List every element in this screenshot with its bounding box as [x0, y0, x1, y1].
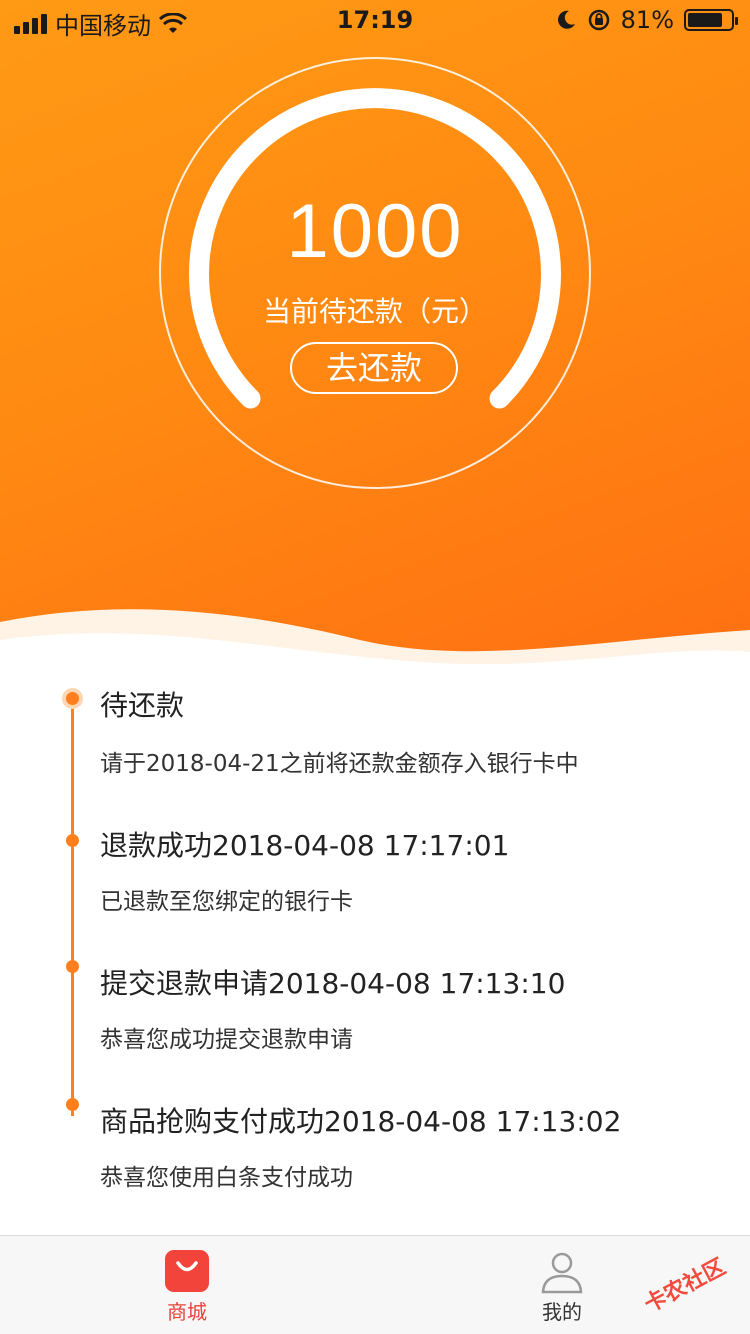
repayment-timeline: 待还款 请于2018-04-21之前将还款金额存入银行卡中 退款成功2018-0… [0, 680, 750, 1235]
timeline-line [71, 698, 74, 1116]
timeline-desc: 恭喜您使用白条支付成功 [100, 1165, 353, 1191]
tab-shop-label: 商城 [167, 1300, 207, 1324]
user-profile-icon [541, 1252, 583, 1294]
tab-shop[interactable]: 商城 [107, 1236, 267, 1334]
bottom-tab-bar: 商城 我的 [0, 1235, 750, 1334]
timeline-desc: 恭喜您成功提交退款申请 [100, 1027, 353, 1053]
timeline-dot [66, 1098, 79, 1111]
timeline-title: 退款成功2018-04-08 17:17:01 [100, 829, 510, 862]
timeline-desc: 请于2018-04-21之前将还款金额存入银行卡中 [100, 751, 579, 777]
timeline-dot [66, 960, 79, 973]
tab-mine-label: 我的 [542, 1300, 582, 1324]
pending-amount-label: 当前待还款（元） [262, 295, 487, 328]
repayment-hero: 中国移动 17:19 81% 1000 当前待还款（元） 去还款 [0, 0, 750, 680]
pending-amount: 1000 [286, 189, 464, 274]
timeline-dot [66, 834, 79, 847]
timeline-title: 提交退款申请2018-04-08 17:13:10 [100, 967, 566, 1000]
timeline-title: 待还款 [100, 689, 185, 722]
repayment-screen: 中国移动 17:19 81% 1000 当前待还款（元） 去还款 待还款 请于2… [0, 0, 750, 1334]
shopping-bag-icon [165, 1250, 209, 1292]
wave-decoration [0, 609, 750, 680]
timeline-desc: 已退款至您绑定的银行卡 [100, 889, 353, 915]
timeline-title: 商品抢购支付成功2018-04-08 17:13:02 [100, 1105, 622, 1138]
repay-button[interactable]: 去还款 [290, 342, 458, 394]
timeline-dot-active [62, 688, 83, 709]
tab-mine[interactable]: 我的 [482, 1236, 642, 1334]
